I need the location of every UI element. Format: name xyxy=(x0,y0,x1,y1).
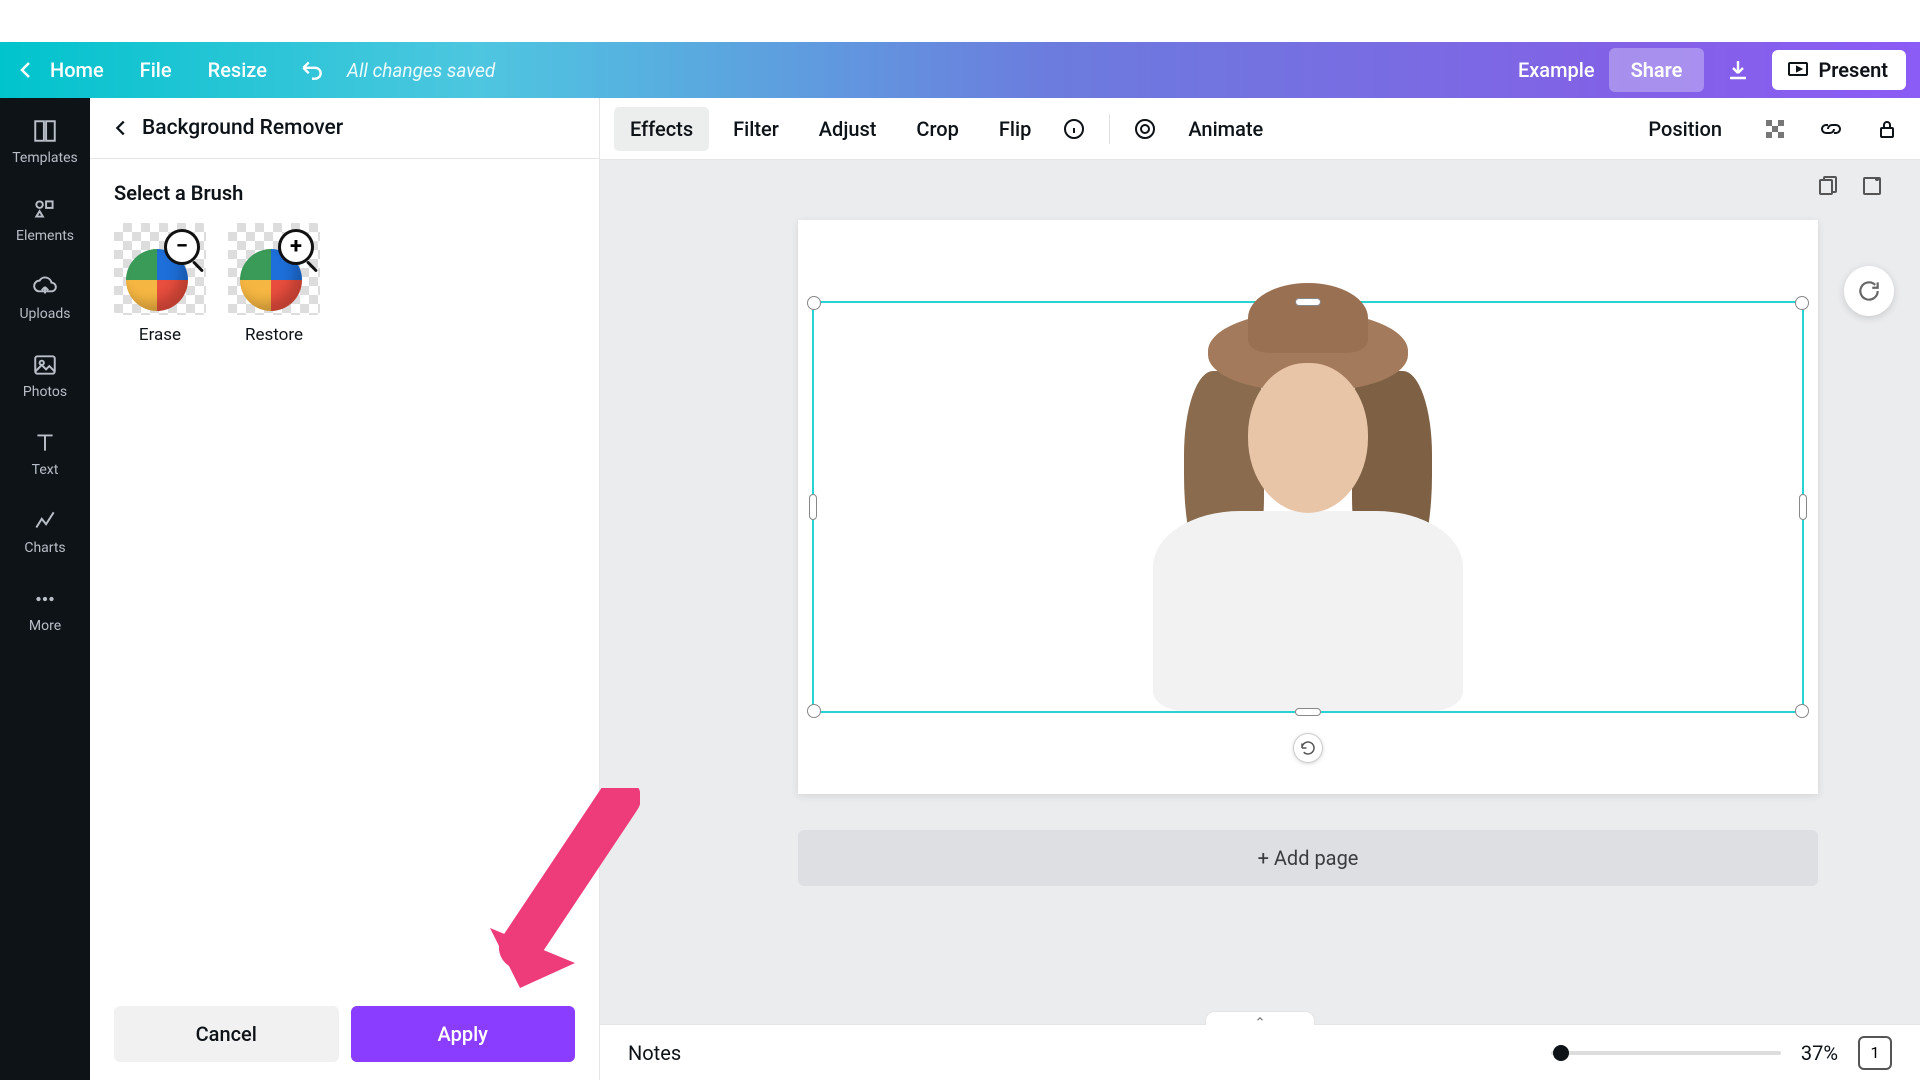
plus-magnifier-icon: + xyxy=(278,229,314,265)
resize-handle-tl[interactable] xyxy=(807,296,821,310)
minus-magnifier-icon: − xyxy=(164,229,200,265)
zoom-slider-thumb[interactable] xyxy=(1553,1045,1569,1061)
position-button[interactable]: Position xyxy=(1632,107,1738,151)
resize-handle-tr[interactable] xyxy=(1795,296,1809,310)
transparency-icon[interactable] xyxy=(1762,116,1788,142)
toolbar-separator xyxy=(1109,114,1110,144)
back-arrow-icon[interactable] xyxy=(14,58,38,82)
cancel-button[interactable]: Cancel xyxy=(114,1006,339,1062)
add-page-icon[interactable] xyxy=(1860,174,1884,198)
left-panel: Background Remover Select a Brush − Eras… xyxy=(90,98,600,1080)
rotate-handle[interactable] xyxy=(1293,733,1323,763)
sidebar-item-label: Charts xyxy=(24,540,65,556)
resize-handle-bottom[interactable] xyxy=(1295,708,1321,716)
context-toolbar: Effects Filter Adjust Crop Flip Animate … xyxy=(600,98,1920,160)
add-page-button[interactable]: + Add page xyxy=(798,830,1818,886)
charts-icon xyxy=(32,508,58,534)
more-icon xyxy=(32,586,58,612)
sidebar-item-label: Photos xyxy=(23,384,67,400)
download-icon xyxy=(1726,58,1750,82)
zoom-percentage[interactable]: 37% xyxy=(1801,1041,1838,1065)
expand-notch[interactable] xyxy=(1205,1011,1315,1025)
animate-button[interactable]: Animate xyxy=(1172,107,1279,151)
file-menu[interactable]: File xyxy=(140,58,172,82)
sidebar-item-charts[interactable]: Charts xyxy=(0,502,90,562)
panel-back-button[interactable]: Background Remover xyxy=(90,98,599,159)
sidebar-item-templates[interactable]: Templates xyxy=(0,112,90,172)
example-button[interactable]: Example xyxy=(1518,58,1595,82)
canvas-area: Effects Filter Adjust Crop Flip Animate … xyxy=(600,98,1920,1080)
info-icon[interactable] xyxy=(1061,116,1087,142)
resize-handle-right[interactable] xyxy=(1799,494,1807,520)
sidebar-item-text[interactable]: Text xyxy=(0,424,90,484)
home-menu[interactable]: Home xyxy=(50,58,104,82)
erase-brush-thumb: − xyxy=(114,223,206,315)
animate-icon[interactable] xyxy=(1132,116,1158,142)
brush-label: Restore xyxy=(245,325,303,345)
main-sidebar: Templates Elements Uploads Photos Text C… xyxy=(0,98,90,1080)
browser-chrome-gap xyxy=(0,0,1920,42)
sidebar-item-label: More xyxy=(29,618,61,634)
link-icon[interactable] xyxy=(1818,116,1844,142)
resize-handle-left[interactable] xyxy=(809,494,817,520)
comment-fab[interactable] xyxy=(1844,266,1894,316)
rotate-icon xyxy=(1299,739,1317,757)
erase-brush-option[interactable]: − Erase xyxy=(114,223,206,345)
templates-icon xyxy=(32,118,58,144)
duplicate-page-icon[interactable] xyxy=(1816,174,1840,198)
resize-handle-br[interactable] xyxy=(1795,704,1809,718)
canvas-footer: Notes 37% 1 xyxy=(600,1024,1920,1080)
sidebar-item-uploads[interactable]: Uploads xyxy=(0,268,90,328)
page-count-badge[interactable]: 1 xyxy=(1858,1036,1892,1070)
sidebar-item-label: Uploads xyxy=(19,306,70,322)
filter-button[interactable]: Filter xyxy=(717,107,795,151)
resize-handle-bl[interactable] xyxy=(807,704,821,718)
zoom-slider[interactable] xyxy=(1551,1051,1781,1055)
sidebar-item-photos[interactable]: Photos xyxy=(0,346,90,406)
brush-label: Erase xyxy=(139,325,181,345)
sidebar-item-label: Templates xyxy=(12,150,78,166)
panel-title: Background Remover xyxy=(142,116,343,140)
download-button[interactable] xyxy=(1718,50,1758,90)
resize-handle-top[interactable] xyxy=(1295,298,1321,306)
adjust-button[interactable]: Adjust xyxy=(803,107,893,151)
brush-section-title: Select a Brush xyxy=(114,181,575,205)
share-button[interactable]: Share xyxy=(1609,48,1705,92)
chevron-left-icon xyxy=(110,117,132,139)
app-header: Home File Resize All changes saved Examp… xyxy=(0,42,1920,98)
notes-button[interactable]: Notes xyxy=(628,1041,681,1065)
flip-button[interactable]: Flip xyxy=(983,107,1047,151)
apply-button[interactable]: Apply xyxy=(351,1006,576,1062)
chevron-up-icon xyxy=(1252,1014,1268,1024)
design-page[interactable] xyxy=(798,220,1818,794)
present-button[interactable]: Present xyxy=(1772,50,1906,90)
resize-menu[interactable]: Resize xyxy=(208,58,267,82)
restore-brush-thumb: + xyxy=(228,223,320,315)
sidebar-item-more[interactable]: More xyxy=(0,580,90,640)
present-icon xyxy=(1786,58,1810,82)
lock-icon[interactable] xyxy=(1874,116,1900,142)
text-icon xyxy=(32,430,58,456)
effects-button[interactable]: Effects xyxy=(614,107,709,151)
sidebar-item-elements[interactable]: Elements xyxy=(0,190,90,250)
save-status: All changes saved xyxy=(347,59,495,82)
person-image xyxy=(1148,311,1468,711)
uploads-icon xyxy=(32,274,58,300)
photos-icon xyxy=(32,352,58,378)
undo-icon[interactable] xyxy=(299,57,325,83)
restore-brush-option[interactable]: + Restore xyxy=(228,223,320,345)
sparkle-reload-icon xyxy=(1856,278,1882,304)
selection-frame[interactable] xyxy=(812,301,1804,713)
crop-button[interactable]: Crop xyxy=(900,107,974,151)
sidebar-item-label: Text xyxy=(32,462,59,478)
page-tools xyxy=(1816,174,1884,198)
sidebar-item-label: Elements xyxy=(16,228,74,244)
elements-icon xyxy=(32,196,58,222)
